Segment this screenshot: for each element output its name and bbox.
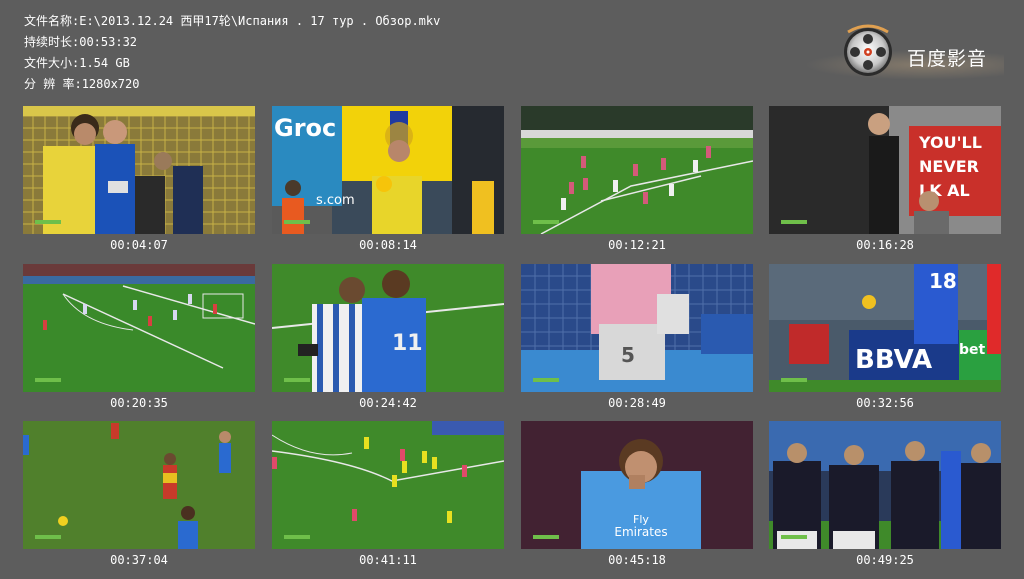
thumbnail-timestamp: 00:45:18 [608, 553, 666, 567]
thumbnail-grid: 00:04:07 Groc s.com 00:08:14 00:12:21 YO… [0, 0, 1024, 579]
thumbnail-cell[interactable]: 00:12:21 [521, 106, 753, 253]
player-number: 18 [929, 269, 957, 293]
thumbnail-cell[interactable]: 11 00:24:42 [272, 264, 504, 411]
thumbnail-timestamp: 00:16:28 [856, 238, 914, 252]
thumbnail-cell[interactable]: 00:41:11 [272, 421, 504, 568]
banner-text-2: NEVER [919, 157, 979, 176]
thumbnail-image[interactable] [23, 106, 255, 234]
thumbnail-image[interactable]: BBVA bet 18 [769, 264, 1001, 392]
jersey-number: 11 [392, 331, 423, 356]
thumbnail-timestamp: 00:32:56 [856, 396, 914, 410]
thumbnail-image[interactable] [23, 264, 255, 392]
thumbnail-cell[interactable]: 00:49:25 [769, 421, 1001, 568]
thumbnail-cell[interactable]: YOU'LL NEVER LK AL 00:16:28 [769, 106, 1001, 253]
thumbnail-cell[interactable]: 00:04:07 [23, 106, 255, 253]
thumbnail-cell[interactable]: 5 00:28:49 [521, 264, 753, 411]
bet-board-text: bet [959, 342, 986, 358]
thumbnail-cell[interactable]: Fly Emirates 00:45:18 [521, 421, 753, 568]
thumbnail-image[interactable]: YOU'LL NEVER LK AL [769, 106, 1001, 234]
thumbnail-timestamp: 00:41:11 [359, 553, 417, 567]
thumbnail-timestamp: 00:20:35 [110, 396, 168, 410]
banner-text-1: YOU'LL [918, 133, 982, 152]
thumbnail-image[interactable] [521, 106, 753, 234]
thumbnail-image[interactable]: 5 [521, 264, 753, 392]
thumbnail-cell[interactable]: Groc s.com 00:08:14 [272, 106, 504, 253]
thumbnail-image[interactable] [272, 421, 504, 549]
thumbnail-timestamp: 00:12:21 [608, 238, 666, 252]
sponsor-board-text: Groc [274, 114, 336, 142]
thumbnail-timestamp: 00:24:42 [359, 396, 417, 410]
thumbnail-image[interactable] [23, 421, 255, 549]
thumbnail-timestamp: 00:28:49 [608, 396, 666, 410]
thumbnail-timestamp: 00:49:25 [856, 553, 914, 567]
thumbnail-timestamp: 00:37:04 [110, 553, 168, 567]
thumbnail-timestamp: 00:04:07 [110, 238, 168, 252]
thumbnail-timestamp: 00:08:14 [359, 238, 417, 252]
thumbnail-image[interactable]: Fly Emirates [521, 421, 753, 549]
shirt-sponsor-line2: Emirates [614, 525, 667, 539]
thumbnail-image[interactable]: 11 [272, 264, 504, 392]
thumbnail-cell[interactable]: 00:37:04 [23, 421, 255, 568]
thumbnail-image[interactable]: Groc s.com [272, 106, 504, 234]
thumbnail-image[interactable] [769, 421, 1001, 549]
thumbnail-cell[interactable]: 00:20:35 [23, 264, 255, 411]
thumbnail-cell[interactable]: BBVA bet 18 00:32:56 [769, 264, 1001, 411]
shorts-number: 5 [621, 343, 635, 367]
bbva-board-text: BBVA [855, 345, 932, 375]
sponsor-url-text: s.com [316, 193, 355, 208]
